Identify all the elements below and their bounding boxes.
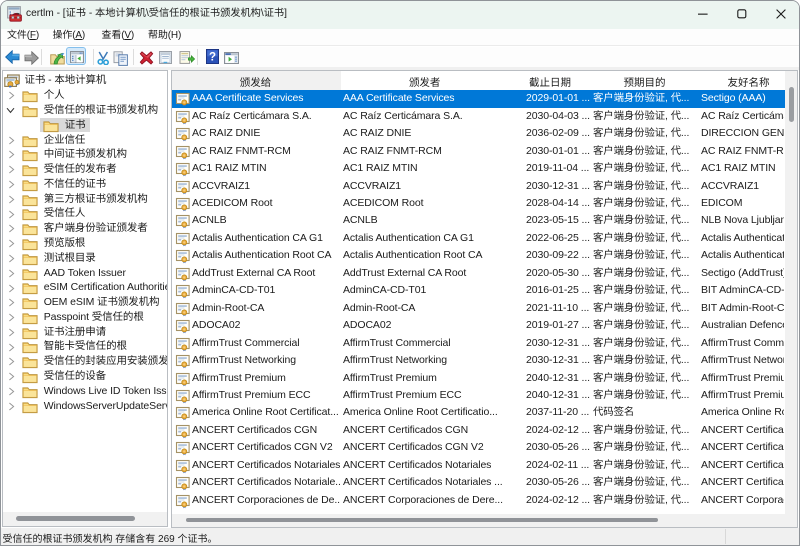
svg-text:?: ? xyxy=(209,51,216,63)
